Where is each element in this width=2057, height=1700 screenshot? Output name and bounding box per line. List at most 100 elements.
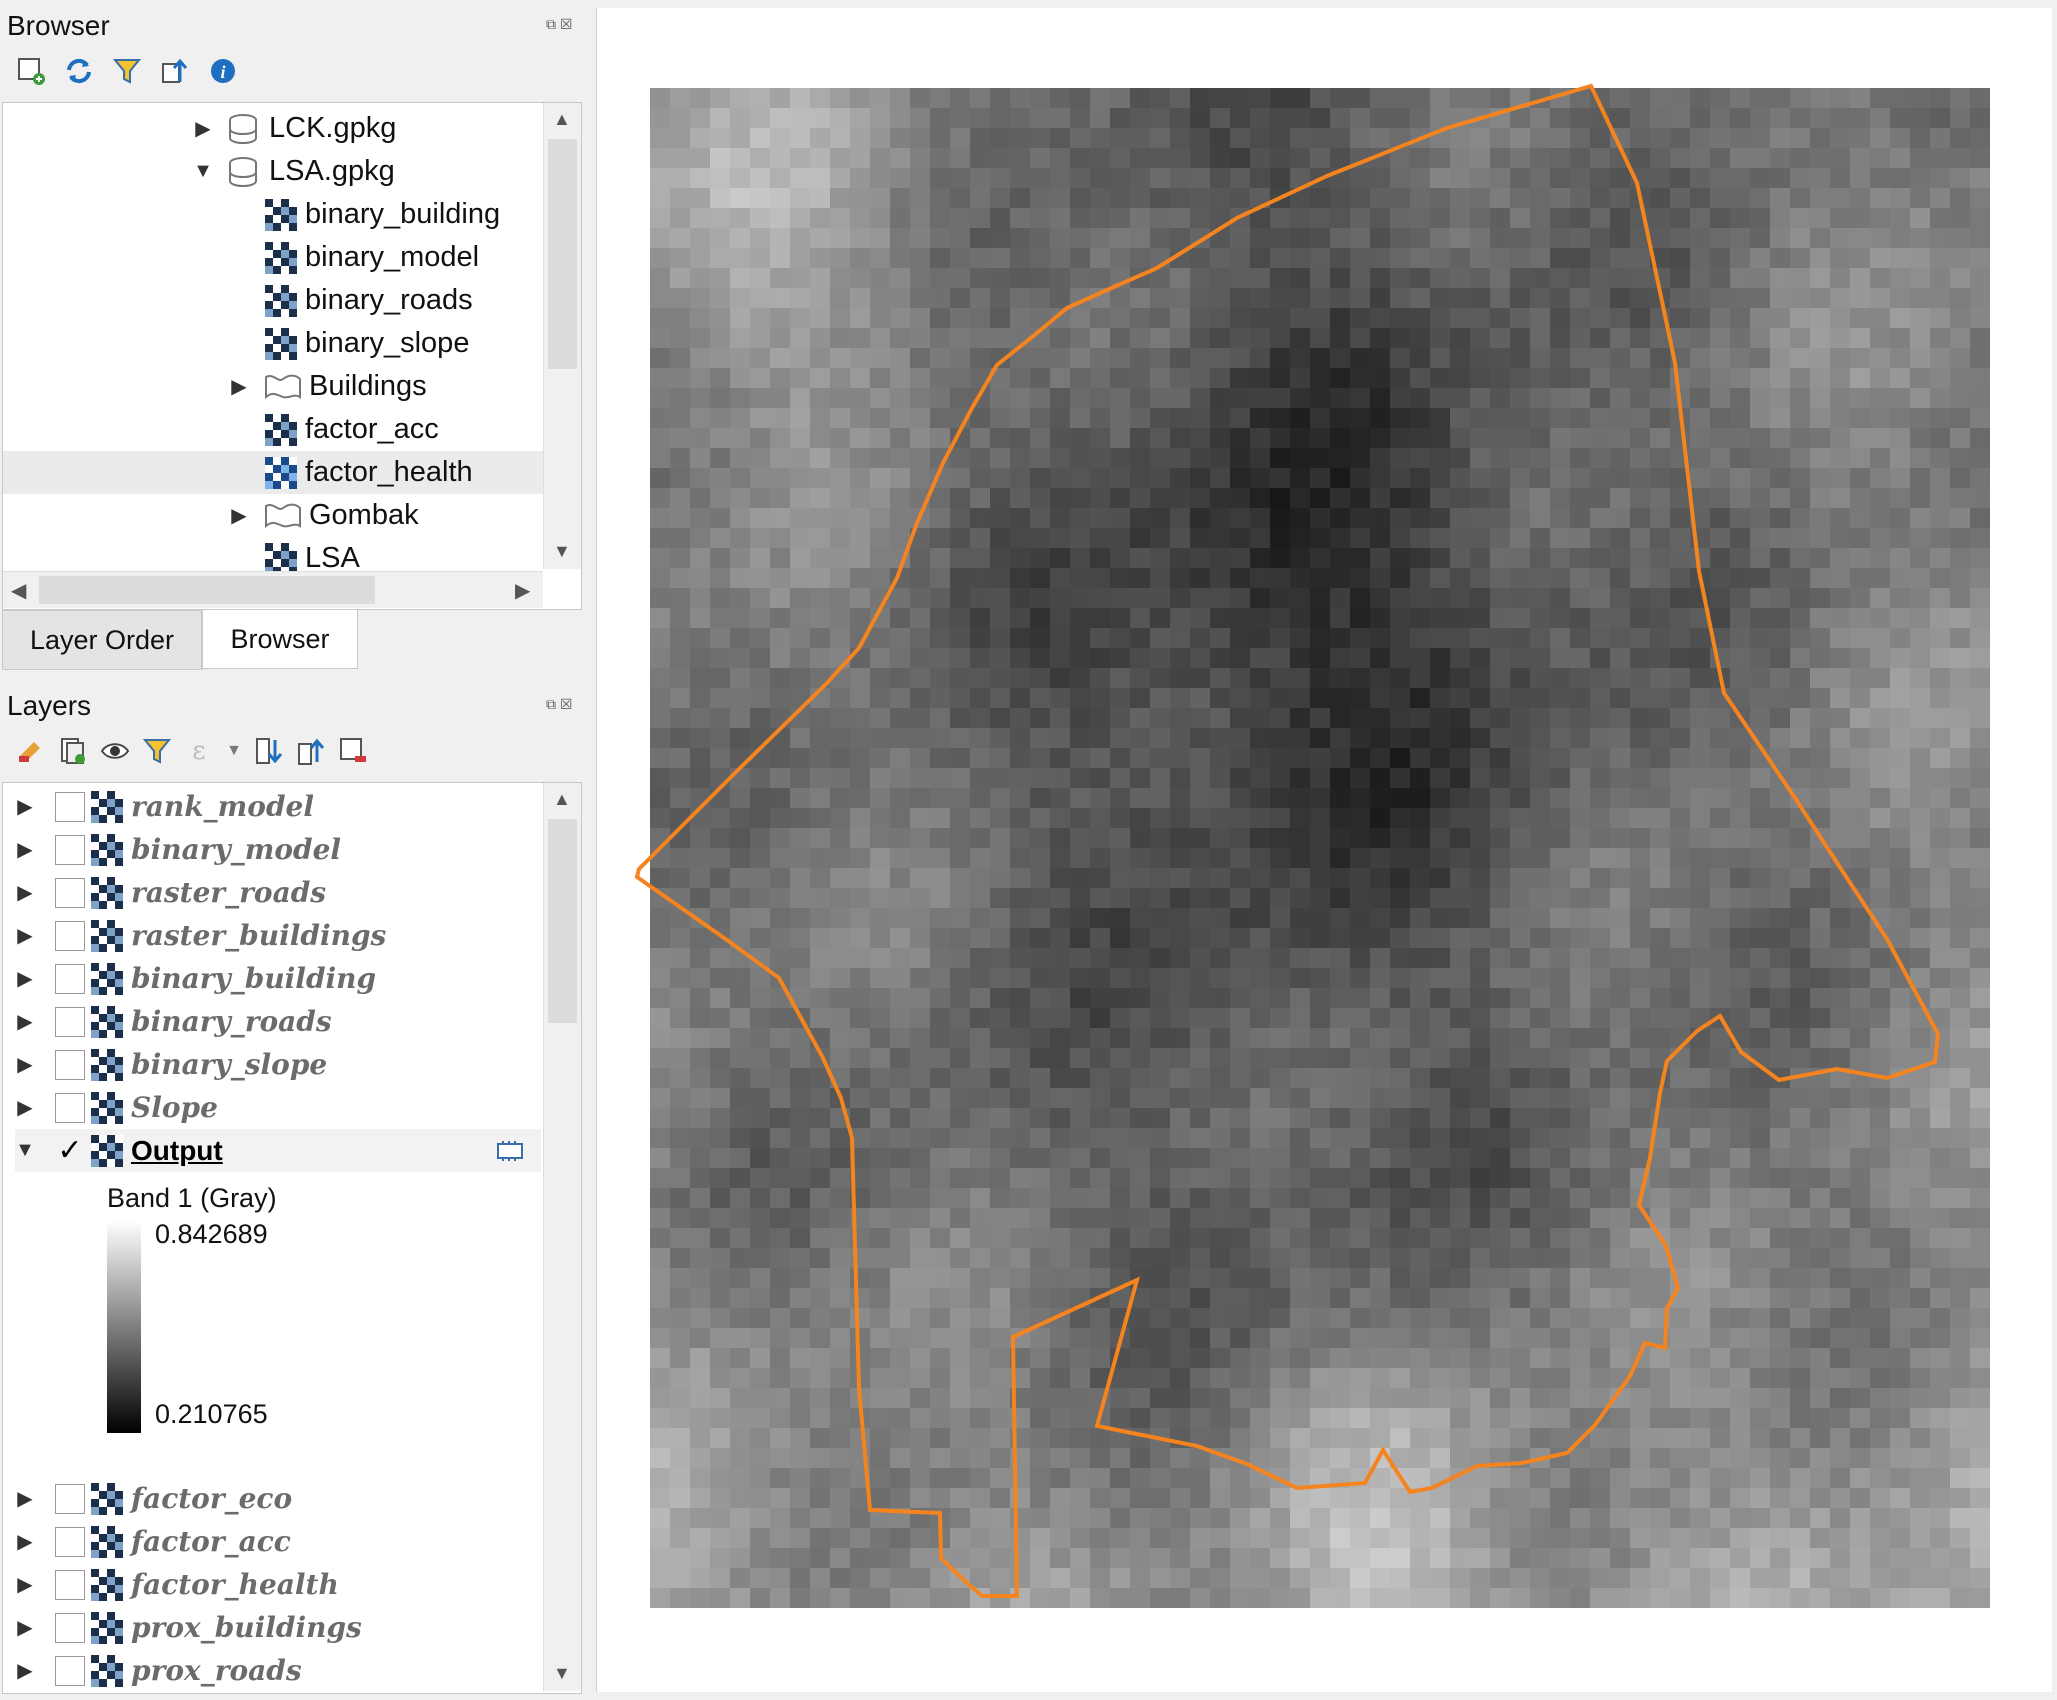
raster-cell [1450, 1228, 1470, 1248]
layer-row[interactable]: ▶ raster_roads [15, 871, 326, 914]
scrollbar-thumb[interactable] [548, 819, 577, 1023]
layers-vertical-scrollbar[interactable]: ▲ ▼ [543, 783, 581, 1691]
scroll-down-icon[interactable]: ▼ [553, 1663, 571, 1684]
browser-item-gombak[interactable]: ▶ Gombak [229, 494, 418, 537]
raster-cell [1630, 568, 1650, 588]
scrollbar-thumb[interactable] [548, 139, 577, 369]
raster-cell [710, 1248, 730, 1268]
expand-arrow-icon[interactable]: ▶ [15, 1011, 35, 1033]
layer-visibility-checkbox[interactable] [55, 1526, 85, 1557]
scrollbar-thumb[interactable] [39, 576, 375, 604]
tab-browser[interactable]: Browser [202, 610, 358, 669]
filter-legend-icon[interactable] [140, 734, 174, 768]
layer-label: prox_roads [131, 1654, 302, 1687]
expand-all-icon[interactable] [252, 734, 286, 768]
browser-item-lsa-gpkg[interactable]: ▼ LSA.gpkg [193, 150, 395, 193]
info-icon[interactable]: i [206, 54, 240, 88]
browser-item-lck-gpkg[interactable]: ▶ LCK.gpkg [193, 107, 396, 150]
layer-visibility-checkbox[interactable] [55, 1569, 85, 1600]
layer-visibility-checkbox[interactable] [55, 791, 85, 822]
layer-row[interactable]: ▶ prox_buildings [15, 1606, 362, 1649]
layer-visibility-checkbox[interactable] [55, 1006, 85, 1037]
layer-row[interactable]: ▶ Slope [15, 1086, 218, 1129]
browser-item-factor-health[interactable]: factor_health [265, 451, 473, 494]
collapse-arrow-icon[interactable]: ▼ [15, 1139, 35, 1161]
layer-visibility-checkbox[interactable] [55, 963, 85, 994]
layer-row[interactable]: ▶ binary_model [15, 828, 341, 871]
layer-visibility-checkbox[interactable]: ✓ [55, 1134, 85, 1167]
raster-cell [1850, 248, 1870, 268]
collapse-all-icon[interactable] [158, 54, 192, 88]
layer-row[interactable]: ▶ factor_acc [15, 1520, 291, 1563]
scroll-right-icon[interactable]: ▶ [515, 578, 530, 603]
memory-layer-indicator-icon[interactable] [495, 1139, 525, 1163]
layer-row[interactable]: ▶ factor_health [15, 1563, 339, 1606]
browser-item-binary-building[interactable]: binary_building [265, 193, 500, 236]
layer-row[interactable]: ▶ raster_buildings [15, 914, 386, 957]
expand-arrow-icon[interactable]: ▶ [229, 505, 249, 527]
browser-item-factor-acc[interactable]: factor_acc [265, 408, 439, 451]
expand-arrow-icon[interactable]: ▶ [15, 1531, 35, 1553]
style-manager-icon[interactable] [14, 734, 48, 768]
expand-arrow-icon[interactable]: ▶ [15, 839, 35, 861]
add-selected-layers-icon[interactable] [14, 54, 48, 88]
raster-cell [1610, 788, 1630, 808]
layer-visibility-checkbox[interactable] [55, 877, 85, 908]
browser-horizontal-scrollbar[interactable]: ◀ ▶ [3, 571, 543, 608]
layer-row[interactable]: ▼ ✓ Output [15, 1129, 541, 1172]
layer-visibility-checkbox[interactable] [55, 1612, 85, 1643]
layer-row[interactable]: ▶ binary_slope [15, 1043, 327, 1086]
map-svg[interactable] [597, 8, 2052, 1692]
add-group-icon[interactable] [56, 734, 90, 768]
browser-panel-dock-buttons[interactable]: ⧉ ☒ [546, 16, 572, 33]
raster-cell [690, 1408, 710, 1428]
layer-visibility-checkbox[interactable] [55, 920, 85, 951]
layer-row[interactable]: ▶ factor_eco [15, 1477, 292, 1520]
expand-arrow-icon[interactable]: ▶ [15, 1054, 35, 1076]
expand-arrow-icon[interactable]: ▶ [15, 882, 35, 904]
raster-cell [790, 228, 810, 248]
expand-arrow-icon[interactable]: ▶ [229, 376, 249, 398]
refresh-icon[interactable] [62, 54, 96, 88]
layer-row[interactable]: ▶DEM [15, 1692, 208, 1693]
scroll-down-icon[interactable]: ▼ [553, 541, 571, 562]
layer-row[interactable]: ▶ rank_model [15, 785, 314, 828]
collapse-arrow-icon[interactable]: ▼ [193, 160, 213, 182]
map-canvas[interactable] [596, 8, 2052, 1692]
layer-row[interactable]: ▶ prox_roads [15, 1649, 302, 1692]
layer-row[interactable]: ▶ binary_building [15, 957, 376, 1000]
layer-visibility-checkbox[interactable] [55, 1655, 85, 1686]
remove-layer-icon[interactable] [336, 734, 370, 768]
browser-item-binary-slope[interactable]: binary_slope [265, 322, 469, 365]
raster-cell [1150, 968, 1170, 988]
dropdown-arrow-icon[interactable]: ▼ [224, 734, 244, 768]
layer-visibility-checkbox[interactable] [55, 834, 85, 865]
expand-arrow-icon[interactable]: ▶ [15, 1617, 35, 1639]
layers-panel-dock-buttons[interactable]: ⧉ ☒ [546, 696, 572, 713]
expand-arrow-icon[interactable]: ▶ [15, 1097, 35, 1119]
layer-visibility-checkbox[interactable] [55, 1092, 85, 1123]
browser-item-buildings[interactable]: ▶ Buildings [229, 365, 426, 408]
expand-arrow-icon[interactable]: ▶ [15, 1574, 35, 1596]
collapse-all-icon[interactable] [294, 734, 328, 768]
browser-vertical-scrollbar[interactable]: ▲ ▼ [543, 103, 581, 569]
raster-cell [1570, 648, 1590, 668]
scroll-left-icon[interactable]: ◀ [11, 578, 26, 603]
browser-item-binary-model[interactable]: binary_model [265, 236, 479, 279]
expand-arrow-icon[interactable]: ▶ [15, 968, 35, 990]
scroll-up-icon[interactable]: ▲ [553, 109, 571, 130]
layer-row[interactable]: ▶ binary_roads [15, 1000, 331, 1043]
eye-icon[interactable] [98, 734, 132, 768]
expand-arrow-icon[interactable]: ▶ [15, 1660, 35, 1682]
tab-layer-order[interactable]: Layer Order [2, 610, 202, 670]
filter-icon[interactable] [110, 54, 144, 88]
expand-arrow-icon[interactable]: ▶ [15, 1488, 35, 1510]
scroll-up-icon[interactable]: ▲ [553, 789, 571, 810]
browser-item-binary-roads[interactable]: binary_roads [265, 279, 473, 322]
layer-visibility-checkbox[interactable] [55, 1483, 85, 1514]
expand-arrow-icon[interactable]: ▶ [15, 796, 35, 818]
expand-arrow-icon[interactable]: ▶ [193, 118, 213, 140]
raster-cell [1370, 1348, 1390, 1368]
expand-arrow-icon[interactable]: ▶ [15, 925, 35, 947]
layer-visibility-checkbox[interactable] [55, 1049, 85, 1080]
